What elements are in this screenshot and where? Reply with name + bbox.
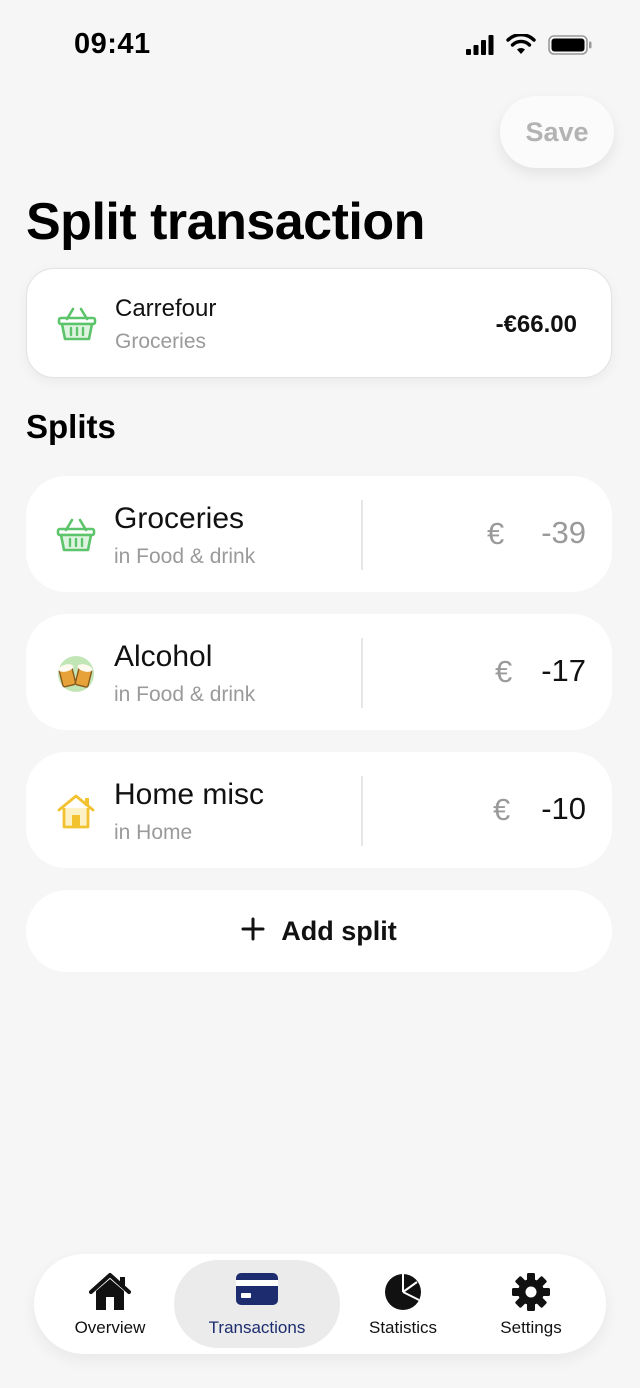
split-amount-input[interactable]: -17 xyxy=(541,653,586,689)
split-currency-symbol: € xyxy=(487,516,505,551)
transaction-amount: -€66.00 xyxy=(495,311,577,338)
home-icon xyxy=(88,1272,132,1317)
wifi-icon xyxy=(506,33,536,61)
split-row-groceries[interactable]: Groceries in Food & drink € -39 xyxy=(26,476,612,592)
tab-overview[interactable]: Overview xyxy=(54,1260,166,1348)
split-divider xyxy=(361,638,363,708)
split-parent-category: in Home xyxy=(114,821,193,844)
basket-icon xyxy=(56,516,96,554)
split-row-alcohol[interactable]: Alcohol in Food & drink € -17 xyxy=(26,614,612,730)
add-split-label: Add split xyxy=(281,915,397,946)
gear-icon xyxy=(511,1272,551,1317)
splits-heading: Splits xyxy=(26,408,116,445)
battery-icon xyxy=(548,35,592,60)
tab-settings[interactable]: Settings xyxy=(478,1260,584,1348)
split-parent-category: in Food & drink xyxy=(114,683,256,706)
tab-label: Transactions xyxy=(208,1318,306,1337)
split-amount-input[interactable]: -39 xyxy=(541,515,586,551)
split-amount-input[interactable]: -10 xyxy=(541,791,586,827)
tab-bar: Overview Transactions Statistics Setting… xyxy=(34,1254,606,1354)
split-category-name: Alcohol xyxy=(114,640,213,673)
split-currency-symbol: € xyxy=(495,654,513,689)
split-category-name: Groceries xyxy=(114,502,245,535)
split-divider xyxy=(361,500,363,570)
split-row-home-misc[interactable]: Home misc in Home € -10 xyxy=(26,752,612,868)
house-icon xyxy=(56,792,96,830)
transaction-merchant: Carrefour xyxy=(115,295,217,322)
split-divider xyxy=(361,776,363,846)
pie-chart-icon xyxy=(383,1272,423,1317)
split-transaction-screen: 09:41 Save Split transaction Carrefour G… xyxy=(0,0,640,1388)
transaction-category: Groceries xyxy=(115,330,207,353)
status-icons xyxy=(466,33,592,61)
signal-icon xyxy=(466,35,494,60)
save-button[interactable]: Save xyxy=(500,96,614,168)
page-title: Split transaction xyxy=(26,193,425,251)
tab-label: Statistics xyxy=(368,1318,438,1337)
status-time: 09:41 xyxy=(74,28,151,60)
plus-icon xyxy=(241,917,265,946)
split-currency-symbol: € xyxy=(493,792,511,827)
split-parent-category: in Food & drink xyxy=(114,545,256,568)
basket-icon xyxy=(57,305,97,343)
tab-label: Overview xyxy=(74,1318,146,1337)
card-icon xyxy=(235,1272,279,1311)
tab-transactions[interactable]: Transactions xyxy=(174,1260,340,1348)
tab-statistics[interactable]: Statistics xyxy=(350,1260,456,1348)
transaction-card[interactable]: Carrefour Groceries -€66.00 xyxy=(26,268,612,378)
beer-mugs-icon xyxy=(56,654,96,692)
split-category-name: Home misc xyxy=(114,778,265,811)
tab-label: Settings xyxy=(500,1318,562,1337)
add-split-button[interactable]: Add split xyxy=(26,890,612,972)
